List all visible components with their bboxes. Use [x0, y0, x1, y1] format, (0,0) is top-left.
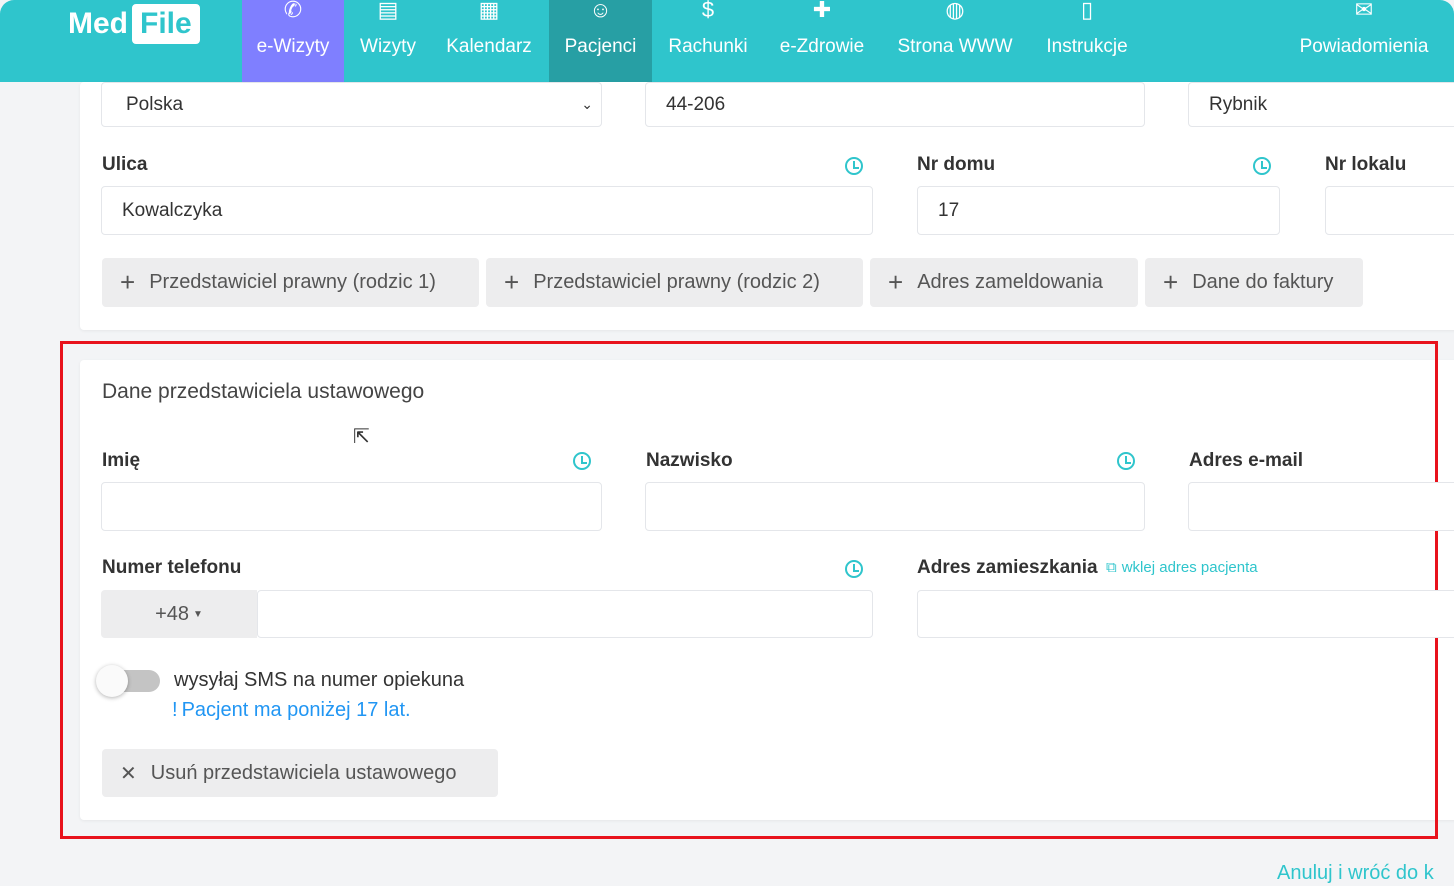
nav-e-zdrowie[interactable]: ✚ e-Zdrowie	[770, 0, 874, 82]
caret-down-icon: ▼	[193, 608, 203, 620]
button-label: Przedstawiciel prawny (rodzic 2)	[533, 271, 820, 293]
mouse-cursor-icon: ⇱	[353, 426, 370, 448]
nav-e-wizyty[interactable]: ✆ e-Wizyty	[242, 0, 344, 82]
first-name-input[interactable]	[101, 482, 602, 531]
paste-patient-address-link[interactable]: ⧉ wklej adres pacjenta	[1106, 559, 1258, 576]
nav-label: Instrukcje	[1046, 36, 1128, 57]
globe-icon: ◍	[945, 0, 965, 22]
nav-label: Pacjenci	[564, 36, 637, 57]
top-nav: Med File ✆ e-Wizyty ▤ Wizyty ▦ Kalendarz ☺ Pa…	[0, 0, 1454, 82]
house-number-input[interactable]: 17	[917, 186, 1280, 235]
nav-label: Strona WWW	[897, 36, 1013, 57]
nav-label: Rachunki	[668, 36, 748, 57]
add-registered-address-button[interactable]: + Adres zameldowania	[870, 258, 1138, 307]
list-icon: ▤	[377, 0, 399, 22]
book-icon: ▯	[1080, 0, 1094, 22]
nav-label: Wizyty	[360, 36, 416, 57]
nav-label: e-Wizyty	[256, 36, 330, 57]
patients-icon: ☺	[589, 0, 612, 22]
nav-label: e-Zdrowie	[779, 36, 865, 57]
history-clock-icon[interactable]	[1117, 452, 1135, 470]
nav-label: Kalendarz	[446, 36, 532, 57]
phone-input[interactable]	[257, 590, 873, 638]
phone-prefix-value: +48	[155, 602, 190, 625]
button-label: Dane do faktury	[1192, 271, 1334, 293]
add-legal-rep-1-button[interactable]: + Przedstawiciel prawny (rodzic 1)	[102, 258, 479, 307]
history-clock-icon[interactable]	[573, 452, 591, 470]
exclamation-icon: !	[172, 699, 178, 721]
nav-strona-www[interactable]: ◍ Strona WWW	[888, 0, 1022, 82]
nav-powiadomienia[interactable]: ✉ Powiadomienia	[1286, 0, 1442, 82]
plus-icon: +	[504, 267, 520, 297]
medfile-logo[interactable]: Med File	[68, 4, 200, 44]
plus-icon: +	[1163, 267, 1179, 297]
mail-icon: ✉	[1354, 0, 1374, 22]
note-text: Pacjent ma poniżej 17 lat.	[181, 699, 411, 721]
nav-kalendarz[interactable]: ▦ Kalendarz	[436, 0, 542, 82]
city-input[interactable]: Rybnik	[1188, 82, 1454, 127]
dollar-icon: $	[701, 0, 715, 22]
history-clock-icon[interactable]	[845, 157, 863, 175]
calendar-icon: ▦	[478, 0, 500, 22]
add-legal-rep-2-button[interactable]: + Przedstawiciel prawny (rodzic 2)	[486, 258, 863, 307]
chevron-down-icon: ⌄	[581, 96, 593, 112]
age-note: ! Pacjent ma poniżej 17 lat.	[172, 699, 411, 722]
house-number-label: Nr domu	[917, 154, 996, 175]
history-clock-icon[interactable]	[845, 560, 863, 578]
button-label: Adres zameldowania	[917, 271, 1103, 293]
logo-box: File	[132, 4, 200, 44]
phone-prefix-dropdown[interactable]: +48 ▼	[101, 590, 257, 638]
sms-toggle-label: wysyłaj SMS na numer opiekuna	[174, 669, 465, 691]
street-label: Ulica	[102, 154, 148, 175]
residence-address-label: Adres zamieszkania	[917, 557, 1098, 578]
phone-label: Numer telefonu	[102, 557, 242, 578]
first-name-label: Imię	[102, 450, 141, 471]
medical-icon: ✚	[812, 0, 832, 22]
copy-icon: ⧉	[1106, 559, 1117, 576]
flat-number-label: Nr lokalu	[1325, 154, 1407, 175]
nav-pacjenci[interactable]: ☺ Pacjenci	[549, 0, 652, 82]
button-label: Przedstawiciel prawny (rodzic 1)	[149, 271, 436, 293]
street-input[interactable]: Kowalczyka	[101, 186, 873, 235]
nav-rachunki[interactable]: $ Rachunki	[660, 0, 756, 82]
flat-number-input[interactable]	[1325, 186, 1454, 235]
country-value: Polska	[126, 93, 184, 115]
toggle-knob	[96, 665, 128, 697]
cancel-link[interactable]: Anuluj i wróć do k	[1277, 862, 1434, 885]
logo-text: Med	[68, 7, 128, 40]
plus-icon: +	[120, 267, 136, 297]
nav-label: Powiadomienia	[1299, 36, 1429, 57]
remove-guardian-button[interactable]: ✕ Usuń przedstawiciela ustawowego	[102, 749, 498, 797]
sms-toggle[interactable]	[96, 665, 160, 697]
last-name-label: Nazwisko	[646, 450, 733, 471]
last-name-input[interactable]	[645, 482, 1145, 531]
history-clock-icon[interactable]	[1253, 157, 1271, 175]
postal-code-input[interactable]: 44-206	[645, 82, 1145, 127]
email-label: Adres e-mail	[1189, 450, 1304, 471]
plus-icon: +	[888, 267, 904, 297]
email-input[interactable]	[1188, 482, 1454, 531]
nav-instrukcje[interactable]: ▯ Instrukcje	[1036, 0, 1138, 82]
country-select[interactable]: Polska ⌄	[101, 82, 602, 127]
nav-wizyty[interactable]: ▤ Wizyty	[350, 0, 426, 82]
close-icon: ✕	[120, 762, 137, 785]
link-label: wklej adres pacjenta	[1121, 559, 1258, 576]
phone-icon: ✆	[283, 0, 303, 22]
residence-address-input[interactable]	[917, 590, 1454, 638]
button-label: Usuń przedstawiciela ustawowego	[150, 761, 457, 784]
section-title: Dane przedstawiciela ustawowego	[102, 380, 425, 403]
add-invoice-data-button[interactable]: + Dane do faktury	[1145, 258, 1363, 307]
